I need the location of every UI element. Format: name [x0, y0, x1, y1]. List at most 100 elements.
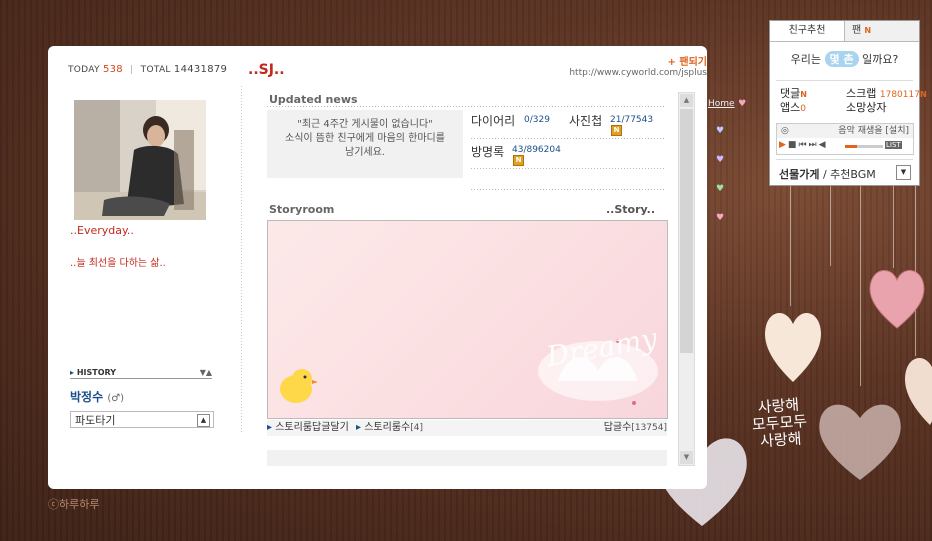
fan-button[interactable]: + 팬되기 [668, 53, 707, 68]
heart-string [790, 186, 791, 306]
next-icon[interactable]: ⏭ [809, 140, 819, 150]
scroll-up-icon[interactable]: ▲ [680, 94, 693, 107]
chon-pill[interactable]: 몇 촌 [824, 51, 859, 67]
wish-box-link[interactable]: 소망상자 [846, 99, 886, 115]
playlist-button[interactable]: LIST [885, 141, 902, 149]
guestbook-link[interactable]: 방명록 [471, 143, 504, 160]
apps-link[interactable]: 앱스0 [780, 99, 806, 115]
menu-heart-icon[interactable]: ♥ [716, 155, 724, 165]
story-count-value: [4] [410, 423, 423, 433]
chevron-down-icon[interactable]: ▼ [896, 165, 911, 180]
divider [471, 168, 666, 169]
menu-heart-icon[interactable]: ♥ [716, 126, 724, 136]
mood-title: ..Everyday.. [70, 224, 134, 237]
music-disc-icon: ◎ [781, 126, 789, 136]
divider [471, 138, 666, 139]
divider [776, 159, 913, 160]
homepage-url[interactable]: http://www.cyworld.com/jsplus [569, 68, 707, 78]
heart-icon: ♥ [738, 99, 747, 109]
volume-fill [845, 145, 857, 148]
player-status: ◎ 음악 재생을 [설치] [777, 124, 913, 138]
divider [471, 189, 666, 190]
prev-icon[interactable]: ⏮ [798, 140, 808, 150]
counter-divider: | [130, 65, 134, 75]
visit-counter: TODAY 538 | TOTAL 14431879 [68, 64, 227, 75]
diary-count: 0/329 [524, 115, 550, 125]
updated-news-title: Updated news [269, 93, 358, 106]
chevron-up-icon[interactable]: ▲ [197, 414, 210, 427]
menu-heart-icon[interactable]: ♥ [716, 184, 724, 194]
gift-label: 선물가게 [779, 168, 820, 181]
profile-column: TODAY 538 | TOTAL 14431879 ..Everyday.. … [48, 46, 248, 489]
volume-icon[interactable]: ◀ [819, 140, 828, 150]
diary-link[interactable]: 다이어리 [471, 112, 515, 129]
photo-album-link[interactable]: 사진첩 [569, 112, 602, 129]
reply-count-label: 답글수 [603, 422, 632, 433]
storyroom-title: Storyroom [269, 203, 335, 216]
tab-fan-label: 팬 [852, 25, 862, 36]
gift-shop-link[interactable]: 선물가게 / 추천BGM [779, 166, 876, 182]
history-toggle[interactable]: ▸ HISTORY ▼▲ [70, 368, 212, 379]
storyroom-image[interactable]: Dreamy [267, 220, 668, 419]
panel-tabs: 친구추천 팬 N [770, 21, 919, 42]
new-badge: N [611, 125, 622, 136]
heart-icon [869, 270, 925, 329]
scrollbar[interactable]: ▲ ▼ [678, 92, 695, 466]
total-count: 14431879 [173, 64, 228, 75]
copyright: ⓒ하루하루 [48, 498, 100, 511]
side-menu: Home ♥ ♥ ♥ ♥ ♥ [708, 96, 747, 223]
menu-home[interactable]: Home [708, 99, 735, 109]
tab-recommend[interactable]: 친구추천 [770, 21, 845, 41]
heart-icon [819, 404, 901, 480]
minihompy-main: TODAY 538 | TOTAL 14431879 ..Everyday.. … [48, 46, 707, 489]
scroll-thumb[interactable] [680, 109, 693, 353]
total-label: TOTAL [140, 65, 171, 75]
news-empty-message: "최근 4주간 게시물이 없습니다" [297, 119, 433, 130]
wall-sign: 사랑해 모두모두 사랑해 [750, 396, 809, 451]
history-bullet: ▸ [70, 368, 75, 377]
today-count: 538 [102, 64, 123, 75]
volume-slider[interactable] [845, 145, 883, 148]
menu-heart-icon[interactable]: ♥ [716, 213, 724, 223]
stop-icon[interactable]: ■ [788, 140, 799, 150]
today-label: TODAY [68, 65, 100, 75]
new-badge: N [513, 155, 524, 166]
profile-photo[interactable] [74, 100, 206, 220]
pado-label: 파도타기 [75, 414, 116, 427]
heart-string [830, 186, 831, 266]
column-divider [241, 86, 242, 434]
photo-album-count: 21/77543 [610, 115, 654, 125]
news-empty-box: "최근 4주간 게시물이 없습니다" 소식이 뜸한 친구에게 마음의 한마디를 … [267, 110, 463, 178]
news-empty-sub2: 남기세요. [345, 147, 385, 158]
history-arrows-icon[interactable]: ▼▲ [200, 368, 212, 377]
bullet: ▸ [267, 422, 273, 433]
story-link[interactable]: ..Story.. [606, 203, 655, 216]
page-title: ..SJ.. [248, 62, 285, 78]
story-reply-link[interactable]: 스토리룸답글달기 [275, 422, 349, 433]
heart-string [860, 186, 861, 386]
chon-check[interactable]: 우리는 몇 촌 일까요? [770, 51, 919, 67]
heart-icon [765, 312, 821, 382]
new-badge: N [864, 26, 872, 35]
owner-name-text: 박정수 [70, 390, 104, 404]
guestbook-count: 43/896204 [512, 145, 561, 155]
apps-count: 0 [800, 104, 806, 114]
story-count-label: 스토리룸수 [364, 422, 411, 433]
tab-fan[interactable]: 팬 N [852, 21, 871, 41]
bullet: ▸ [356, 422, 362, 433]
new-badge: N [800, 90, 807, 99]
reply-count: 답글수[13754] [604, 420, 667, 436]
gender-symbol: (♂) [107, 393, 125, 404]
gift-sub: / 추천BGM [819, 168, 876, 181]
pado-select[interactable]: 파도타기 ▲ [70, 411, 214, 428]
heart-string [893, 186, 894, 268]
next-section-box [267, 450, 667, 466]
new-badge: N [919, 90, 927, 99]
chon-suffix: 일까요? [862, 53, 899, 66]
music-install-text[interactable]: 음악 재생을 [설치] [838, 124, 909, 138]
play-icon[interactable]: ▶ [779, 140, 788, 150]
divider [776, 80, 913, 81]
news-empty-sub: 소식이 뜸한 친구에게 마음의 한마디를 [285, 133, 445, 144]
history-label: HISTORY [76, 368, 117, 377]
scroll-down-icon[interactable]: ▼ [680, 451, 693, 464]
